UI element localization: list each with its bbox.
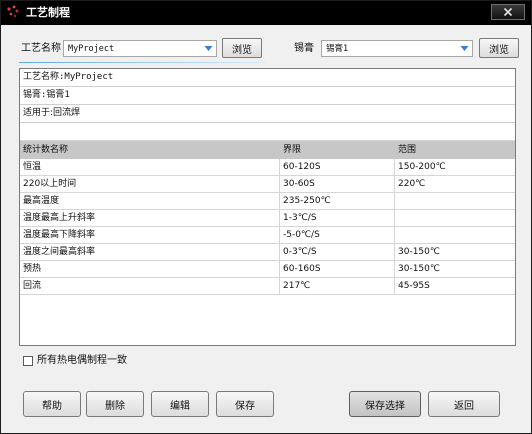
save-selection-button[interactable]: 保存选择: [349, 391, 421, 417]
info-name: 工艺名称:MyProject: [23, 72, 114, 82]
info-usage: 适用于:回流焊: [23, 108, 81, 118]
row-limit: 60-120S: [283, 162, 321, 172]
same-process-checkbox[interactable]: [23, 356, 33, 366]
column-divider: [394, 159, 395, 295]
info-row: 工艺名称:MyProject: [20, 69, 515, 87]
edit-button[interactable]: 编辑: [151, 391, 209, 417]
column-header-name: 统计数名称: [23, 145, 69, 155]
row-limit: 1-3℃/S: [283, 213, 317, 223]
table-row[interactable]: 回流 217℃ 45-95S: [20, 278, 515, 295]
row-range: 30-150℃: [398, 264, 440, 274]
table-row[interactable]: 温度最高下降斜率 -5-0℃/S: [20, 227, 515, 244]
row-range: 45-95S: [398, 281, 430, 291]
row-limit: 0-3℃/S: [283, 247, 317, 257]
row-range: 220℃: [398, 179, 426, 189]
table-header: 统计数名称 界限 范围: [20, 141, 515, 159]
table-row[interactable]: 220以上时间 30-60S 220℃: [20, 176, 515, 193]
save-button[interactable]: 保存: [216, 391, 274, 417]
chevron-down-icon: [460, 46, 469, 51]
help-button[interactable]: 帮助: [23, 391, 81, 417]
row-name: 最高温度: [23, 196, 60, 206]
project-label: 工艺名称: [21, 43, 61, 54]
row-name: 预热: [23, 264, 42, 274]
table-row[interactable]: 预热 60-160S 30-150℃: [20, 261, 515, 278]
info-paste: 锡膏:锡膏1: [23, 90, 70, 100]
delete-button[interactable]: 删除: [86, 391, 144, 417]
row-limit: 30-60S: [283, 179, 315, 189]
row-name: 220以上时间: [23, 179, 77, 189]
same-process-label[interactable]: 所有热电偶制程一致: [37, 355, 127, 367]
project-value: MyProject: [68, 44, 115, 54]
row-limit: -5-0℃/S: [283, 230, 320, 240]
row-name: 温度最高下降斜率: [23, 230, 96, 240]
close-button[interactable]: [491, 4, 525, 20]
table-row[interactable]: 最高温度 235-250℃: [20, 193, 515, 210]
row-range: 150-200℃: [398, 162, 446, 172]
process-panel: 工艺名称:MyProject 锡膏:锡膏1 适用于:回流焊 统计数名称 界限 范…: [19, 68, 516, 346]
project-browse-button[interactable]: 浏览: [222, 38, 262, 58]
column-header-limit: 界限: [283, 145, 302, 155]
process-window: 工艺制程 工艺名称 MyProject 浏览 锡膏 锡膏1 浏览 工艺名称:My…: [0, 0, 532, 434]
column-header-range: 范围: [398, 145, 417, 155]
table-row[interactable]: 温度之间最高斜率 0-3℃/S 30-150℃: [20, 244, 515, 261]
table-row[interactable]: 恒温 60-120S 150-200℃: [20, 159, 515, 176]
info-row: 适用于:回流焊: [20, 105, 515, 123]
row-name: 温度最高上升斜率: [23, 213, 96, 223]
dots-icon: [7, 5, 19, 18]
row-limit: 217℃: [283, 281, 311, 291]
paste-select[interactable]: 锡膏1: [321, 40, 473, 57]
row-name: 恒温: [23, 162, 42, 172]
row-limit: 235-250℃: [283, 196, 331, 206]
paste-value: 锡膏1: [326, 44, 349, 54]
project-select[interactable]: MyProject: [63, 40, 217, 57]
paste-label: 锡膏: [294, 43, 314, 54]
info-row: 锡膏:锡膏1: [20, 87, 515, 105]
row-limit: 60-160S: [283, 264, 321, 274]
column-divider: [279, 159, 280, 295]
title-bar[interactable]: 工艺制程: [1, 1, 531, 25]
row-name: 回流: [23, 281, 42, 291]
spacer-row: [20, 123, 515, 141]
table-row[interactable]: 温度最高上升斜率 1-3℃/S: [20, 210, 515, 227]
paste-browse-button[interactable]: 浏览: [479, 38, 519, 58]
back-button[interactable]: 返回: [428, 391, 500, 417]
window-title: 工艺制程: [26, 6, 70, 19]
close-icon: [503, 7, 513, 17]
row-range: 30-150℃: [398, 247, 440, 257]
focus-underline: [19, 62, 266, 63]
row-name: 温度之间最高斜率: [23, 247, 96, 257]
chevron-down-icon: [204, 46, 213, 51]
